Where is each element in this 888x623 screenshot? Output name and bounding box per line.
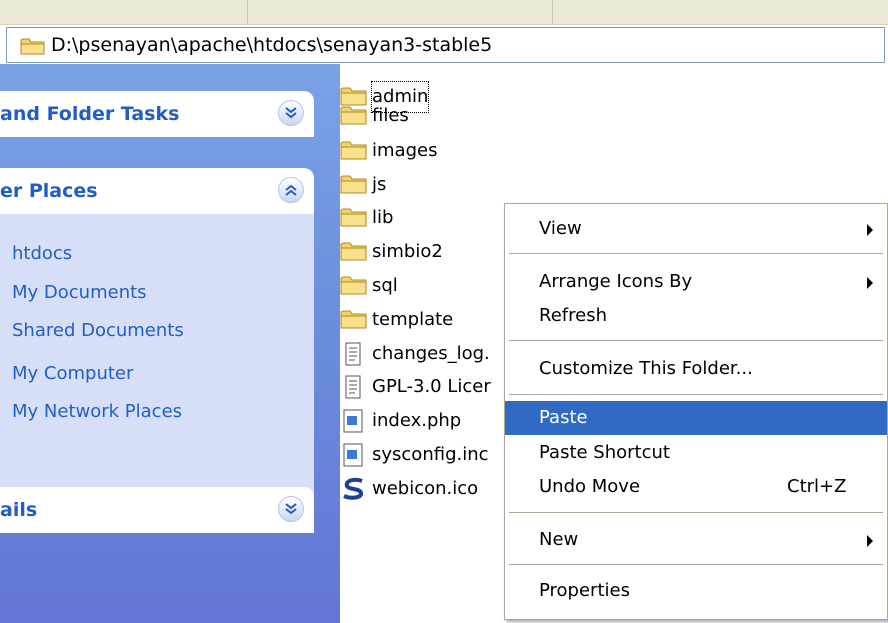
toolbar-separator bbox=[552, 0, 553, 24]
menu-item-new[interactable]: New bbox=[505, 523, 887, 557]
text-file-icon bbox=[340, 375, 368, 405]
folder-icon bbox=[340, 173, 368, 199]
file-name: index.php bbox=[372, 410, 462, 431]
menu-separator bbox=[509, 564, 883, 565]
file-name: lib bbox=[372, 207, 394, 228]
menu-separator bbox=[509, 512, 883, 513]
menu-item-customize-folder[interactable]: Customize This Folder... bbox=[505, 352, 887, 386]
menu-separator bbox=[509, 340, 883, 341]
other-places-title: er Places bbox=[0, 180, 98, 202]
place-link-htdocs[interactable]: htdocs bbox=[12, 242, 72, 266]
file-folder-tasks-header[interactable]: and Folder Tasks bbox=[0, 91, 314, 137]
place-link-shared-documents[interactable]: Shared Documents bbox=[12, 319, 184, 343]
details-header[interactable]: ails bbox=[0, 487, 314, 533]
menu-shortcut-label: Ctrl+Z bbox=[787, 476, 847, 497]
details-title: ails bbox=[0, 499, 38, 521]
folder-icon bbox=[340, 104, 368, 130]
file-name: changes_log. bbox=[372, 343, 490, 364]
menu-item-label: New bbox=[539, 529, 579, 550]
place-link-my-network-places[interactable]: My Network Places bbox=[12, 400, 182, 424]
file-folder-tasks-title: and Folder Tasks bbox=[0, 103, 180, 125]
ico-file-icon bbox=[340, 477, 368, 507]
php-file-icon bbox=[340, 443, 368, 473]
menu-item-paste-shortcut[interactable]: Paste Shortcut bbox=[505, 436, 887, 470]
menu-item-label: Paste Shortcut bbox=[539, 442, 670, 463]
menu-item-undo-move[interactable]: Undo Move Ctrl+Z bbox=[505, 470, 887, 504]
file-name: template bbox=[372, 309, 454, 330]
toolbar-strip bbox=[0, 0, 888, 25]
file-name: GPL-3.0 Licer bbox=[372, 376, 491, 397]
submenu-arrow-icon bbox=[867, 277, 873, 289]
folder-icon bbox=[340, 139, 368, 165]
collapse-chevron-icon[interactable] bbox=[278, 177, 304, 203]
expand-chevron-icon[interactable] bbox=[278, 496, 304, 522]
folder-icon bbox=[340, 206, 368, 232]
submenu-arrow-icon bbox=[867, 535, 873, 547]
folder-icon bbox=[20, 36, 46, 60]
menu-item-label: Customize This Folder... bbox=[539, 358, 753, 379]
folder-icon bbox=[340, 308, 368, 334]
menu-separator bbox=[509, 394, 883, 395]
menu-item-label: Refresh bbox=[539, 305, 607, 326]
file-name: js bbox=[372, 174, 387, 195]
file-name: simbio2 bbox=[372, 241, 443, 262]
menu-item-label: Paste bbox=[539, 407, 588, 428]
file-name: sysconfig.inc bbox=[372, 444, 489, 465]
file-name: files bbox=[372, 105, 409, 126]
menu-item-arrange-icons-by[interactable]: Arrange Icons By bbox=[505, 265, 887, 299]
toolbar-separator bbox=[247, 0, 248, 24]
menu-item-properties[interactable]: Properties bbox=[505, 574, 887, 608]
menu-item-view[interactable]: View bbox=[505, 212, 887, 246]
folder-icon bbox=[340, 240, 368, 266]
other-places-header[interactable]: er Places bbox=[0, 168, 314, 214]
place-link-my-documents[interactable]: My Documents bbox=[12, 281, 147, 305]
expand-chevron-icon[interactable] bbox=[278, 100, 304, 126]
file-name: sql bbox=[372, 275, 398, 296]
menu-item-label: Properties bbox=[539, 580, 630, 601]
address-path[interactable]: D:\psenayan\apache\htdocs\senayan3-stabl… bbox=[51, 33, 492, 57]
menu-item-label: Arrange Icons By bbox=[539, 271, 693, 292]
menu-separator bbox=[509, 253, 883, 254]
menu-item-label: View bbox=[539, 218, 582, 239]
context-menu: View Arrange Icons By Refresh Customize … bbox=[504, 203, 888, 620]
file-name: images bbox=[372, 140, 438, 161]
task-pane: and Folder Tasks er Places htdocs My Doc… bbox=[0, 64, 340, 623]
menu-item-label: Undo Move bbox=[539, 476, 641, 497]
php-file-icon bbox=[340, 409, 368, 439]
text-file-icon bbox=[340, 342, 368, 372]
menu-item-refresh[interactable]: Refresh bbox=[505, 299, 887, 333]
place-link-my-computer[interactable]: My Computer bbox=[12, 362, 133, 386]
folder-icon bbox=[340, 274, 368, 300]
menu-item-paste[interactable]: Paste bbox=[505, 401, 887, 435]
file-name: webicon.ico bbox=[372, 478, 479, 499]
address-bar[interactable]: D:\psenayan\apache\htdocs\senayan3-stabl… bbox=[6, 27, 885, 63]
other-places-panel: htdocs My Documents Shared Documents My … bbox=[0, 214, 314, 510]
submenu-arrow-icon bbox=[867, 224, 873, 236]
